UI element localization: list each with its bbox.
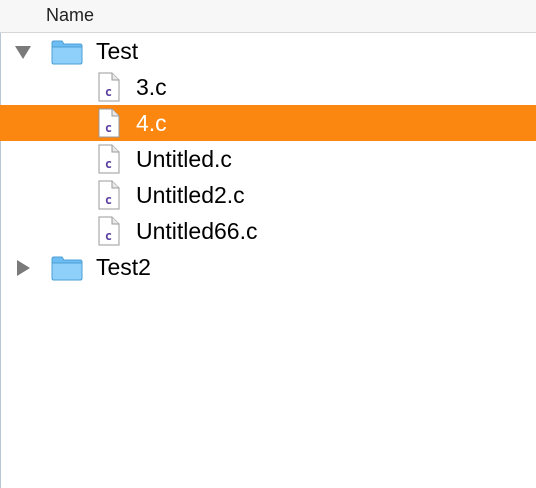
c-source-file-icon: c xyxy=(98,180,120,210)
tree-row-folder-test2[interactable]: Test2 xyxy=(0,249,536,285)
svg-text:c: c xyxy=(105,85,112,99)
tree-item-label: Untitled.c xyxy=(136,146,232,172)
tree-row-file-untitled[interactable]: c Untitled.c xyxy=(0,141,536,177)
tree-item-label: Test xyxy=(96,38,139,64)
svg-text:c: c xyxy=(105,193,112,207)
tree-row-folder-test[interactable]: Test xyxy=(0,33,536,69)
c-source-file-icon: c xyxy=(98,108,120,138)
svg-text:c: c xyxy=(105,121,112,135)
tree-item-label: Untitled66.c xyxy=(136,218,258,244)
tree-item-label: 4.c xyxy=(136,110,167,136)
tree-row-file-untitled2[interactable]: c Untitled2.c xyxy=(0,177,536,213)
column-header[interactable]: Name xyxy=(0,0,536,33)
svg-text:c: c xyxy=(105,157,112,171)
tree-item-label: 3.c xyxy=(136,74,167,100)
c-source-file-icon: c xyxy=(98,72,120,102)
tree-item-label: Untitled2.c xyxy=(136,182,245,208)
folder-icon xyxy=(51,256,83,281)
column-header-name-label: Name xyxy=(46,5,95,25)
disclosure-triangle-right-icon[interactable] xyxy=(17,260,30,276)
tree-row-file-4c-selected[interactable]: c 4.c xyxy=(0,105,536,141)
svg-text:c: c xyxy=(105,229,112,243)
tree-row-file-3c[interactable]: c 3.c xyxy=(0,69,536,105)
c-source-file-icon: c xyxy=(98,144,120,174)
disclosure-triangle-down-icon[interactable] xyxy=(15,46,31,59)
tree-row-file-untitled66[interactable]: c Untitled66.c xyxy=(0,213,536,249)
c-source-file-icon: c xyxy=(98,216,120,246)
file-outline-view: Name Test c 3.c c 4.c c Untitled.c c Unt… xyxy=(0,0,536,488)
folder-icon xyxy=(51,40,83,65)
tree-item-label: Test2 xyxy=(96,254,151,280)
